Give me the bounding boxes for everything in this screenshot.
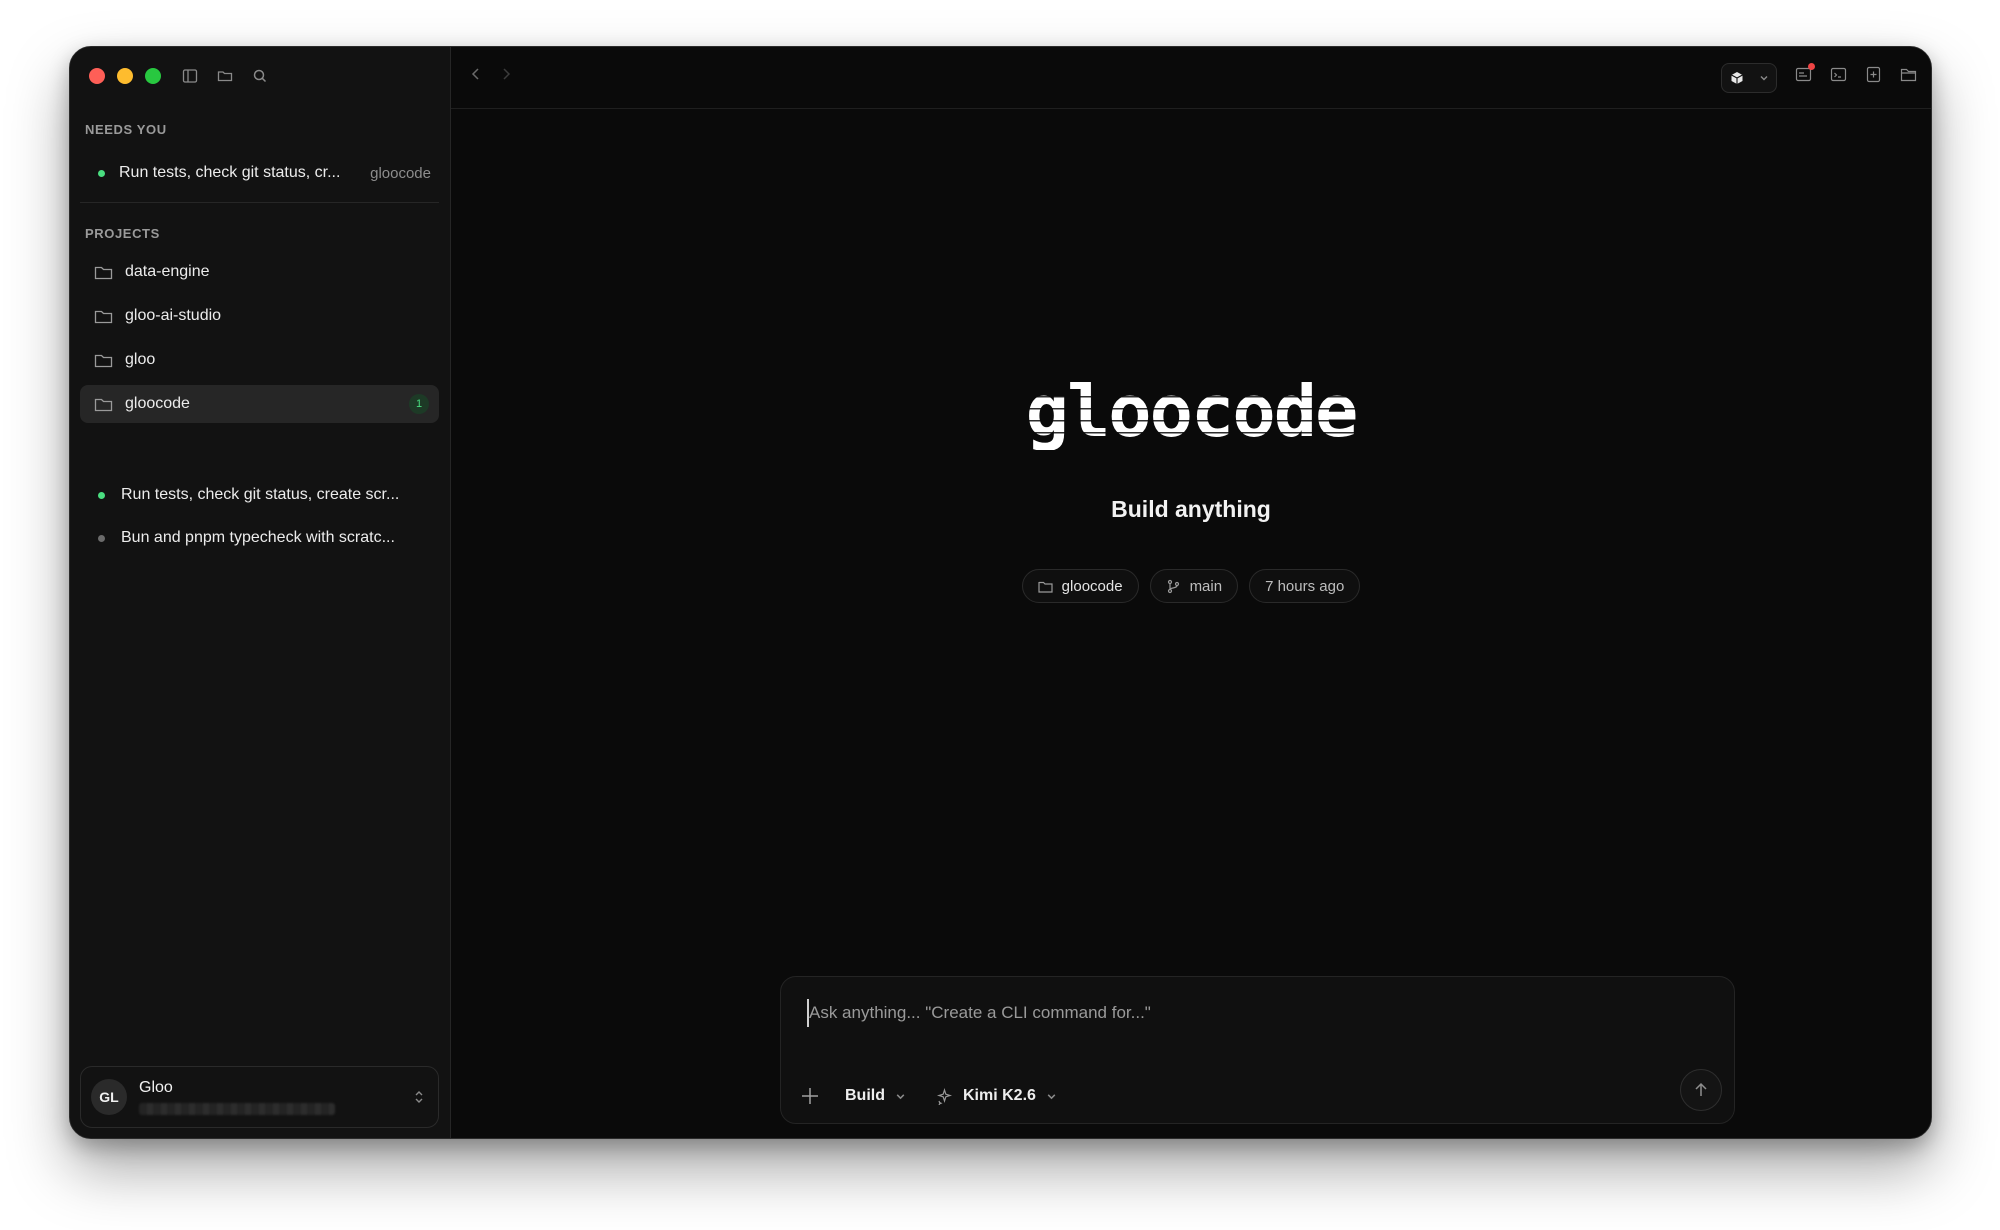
forward-button[interactable] bbox=[499, 67, 519, 87]
needs-you-item-project: gloocode bbox=[370, 164, 431, 182]
user-info: Gloo bbox=[139, 1079, 335, 1115]
sidebar-toggle-icon[interactable] bbox=[178, 64, 201, 87]
project-item-gloocode[interactable]: gloocode 1 bbox=[80, 385, 439, 423]
add-attachment-button[interactable] bbox=[797, 1083, 823, 1109]
status-dot bbox=[98, 169, 105, 177]
chevron-down-icon bbox=[896, 1093, 905, 1099]
tagline: Build anything bbox=[1111, 496, 1271, 522]
unread-count-badge: 1 bbox=[409, 394, 429, 414]
chevron-up-down-icon bbox=[415, 1091, 423, 1103]
sidebar-toolbar bbox=[178, 64, 271, 87]
app-window: NEEDS YOU Run tests, check git status, c… bbox=[69, 46, 1932, 1139]
git-branch-icon bbox=[1167, 579, 1179, 593]
gloocode-logo: gloocode bbox=[451, 382, 1931, 450]
plus-icon bbox=[802, 1088, 818, 1104]
cube-icon bbox=[1730, 72, 1743, 84]
project-item-data-engine[interactable]: data-engine bbox=[80, 253, 439, 291]
user-email-redacted bbox=[139, 1103, 335, 1115]
context-chips: gloocode main 7 hours ago bbox=[451, 569, 1931, 603]
main-panel: gloocode Build anything gloocode main 7 … bbox=[451, 47, 1931, 1138]
model-label: Kimi K2.6 bbox=[963, 1087, 1036, 1104]
pixel-logo: gloocode bbox=[1001, 382, 1381, 450]
project-item-gloo-ai-studio[interactable]: gloo-ai-studio bbox=[80, 297, 439, 335]
user-account-switcher[interactable]: GL Gloo bbox=[80, 1066, 439, 1128]
send-button[interactable] bbox=[1680, 1069, 1722, 1111]
needs-you-item[interactable]: Run tests, check git status, cr... glooc… bbox=[80, 153, 439, 193]
project-item-gloo[interactable]: gloo bbox=[80, 341, 439, 379]
last-updated-label: 7 hours ago bbox=[1265, 577, 1345, 595]
divider bbox=[80, 202, 439, 203]
project-chip-label: gloocode bbox=[1061, 577, 1123, 595]
chevron-right-icon bbox=[503, 68, 511, 80]
open-folder-icon[interactable] bbox=[213, 64, 236, 87]
folder-icon bbox=[94, 354, 113, 367]
top-bar bbox=[451, 47, 1931, 109]
folder-icon bbox=[94, 398, 113, 411]
sparkle-icon bbox=[936, 1087, 953, 1105]
chevron-down-icon bbox=[1760, 76, 1767, 81]
search-icon[interactable] bbox=[248, 64, 271, 87]
terminal-icon[interactable] bbox=[1830, 66, 1847, 83]
session-label: Bun and pnpm typecheck with scratc... bbox=[121, 529, 395, 546]
session-item[interactable]: Run tests, check git status, create scr.… bbox=[80, 477, 439, 513]
mode-dropdown[interactable]: Build bbox=[837, 1081, 914, 1111]
top-right-toolbar bbox=[1795, 63, 1917, 83]
close-window-button[interactable] bbox=[89, 68, 105, 84]
svg-text:gloocode: gloocode bbox=[1026, 382, 1357, 450]
window-controls bbox=[89, 68, 161, 84]
prompt-composer: Build Kimi K2.6 bbox=[780, 976, 1735, 1124]
project-label: gloo-ai-studio bbox=[125, 307, 222, 324]
mode-label: Build bbox=[845, 1087, 885, 1104]
agent-mode-dropdown[interactable] bbox=[1721, 63, 1777, 93]
arrow-up-icon bbox=[1695, 1082, 1707, 1096]
composer-toolbar: Build Kimi K2.6 bbox=[797, 1081, 1065, 1111]
project-label: gloo bbox=[125, 351, 156, 368]
back-button[interactable] bbox=[469, 67, 489, 87]
needs-you-item-label: Run tests, check git status, cr... bbox=[119, 164, 341, 181]
last-updated-chip: 7 hours ago bbox=[1249, 569, 1361, 603]
files-panel-icon[interactable] bbox=[1900, 66, 1917, 83]
project-label: data-engine bbox=[125, 263, 210, 280]
avatar: GL bbox=[91, 1079, 127, 1115]
status-dot bbox=[98, 491, 105, 499]
chevron-down-icon bbox=[1047, 1093, 1056, 1099]
folder-icon bbox=[94, 266, 113, 279]
prompt-input[interactable] bbox=[807, 999, 1687, 1027]
project-chip[interactable]: gloocode bbox=[1021, 569, 1139, 603]
user-name: Gloo bbox=[139, 1079, 173, 1096]
model-dropdown[interactable]: Kimi K2.6 bbox=[928, 1081, 1065, 1111]
branch-chip[interactable]: main bbox=[1149, 569, 1239, 603]
new-tab-icon[interactable] bbox=[1865, 66, 1882, 83]
projects-heading: PROJECTS bbox=[85, 226, 160, 241]
session-label: Run tests, check git status, create scr.… bbox=[121, 486, 400, 503]
project-label: gloocode bbox=[125, 395, 190, 412]
session-item[interactable]: Bun and pnpm typecheck with scratc... bbox=[80, 520, 439, 556]
chevron-left-icon bbox=[471, 68, 479, 80]
zoom-window-button[interactable] bbox=[145, 68, 161, 84]
folder-icon bbox=[1038, 581, 1053, 593]
needs-you-heading: NEEDS YOU bbox=[85, 122, 167, 137]
folder-icon bbox=[94, 310, 113, 323]
branch-chip-label: main bbox=[1189, 577, 1223, 595]
notification-dot bbox=[1808, 63, 1815, 70]
minimize-window-button[interactable] bbox=[117, 68, 133, 84]
sidebar: NEEDS YOU Run tests, check git status, c… bbox=[70, 47, 451, 1138]
changes-panel-icon[interactable] bbox=[1795, 63, 1815, 83]
status-dot bbox=[98, 534, 105, 542]
